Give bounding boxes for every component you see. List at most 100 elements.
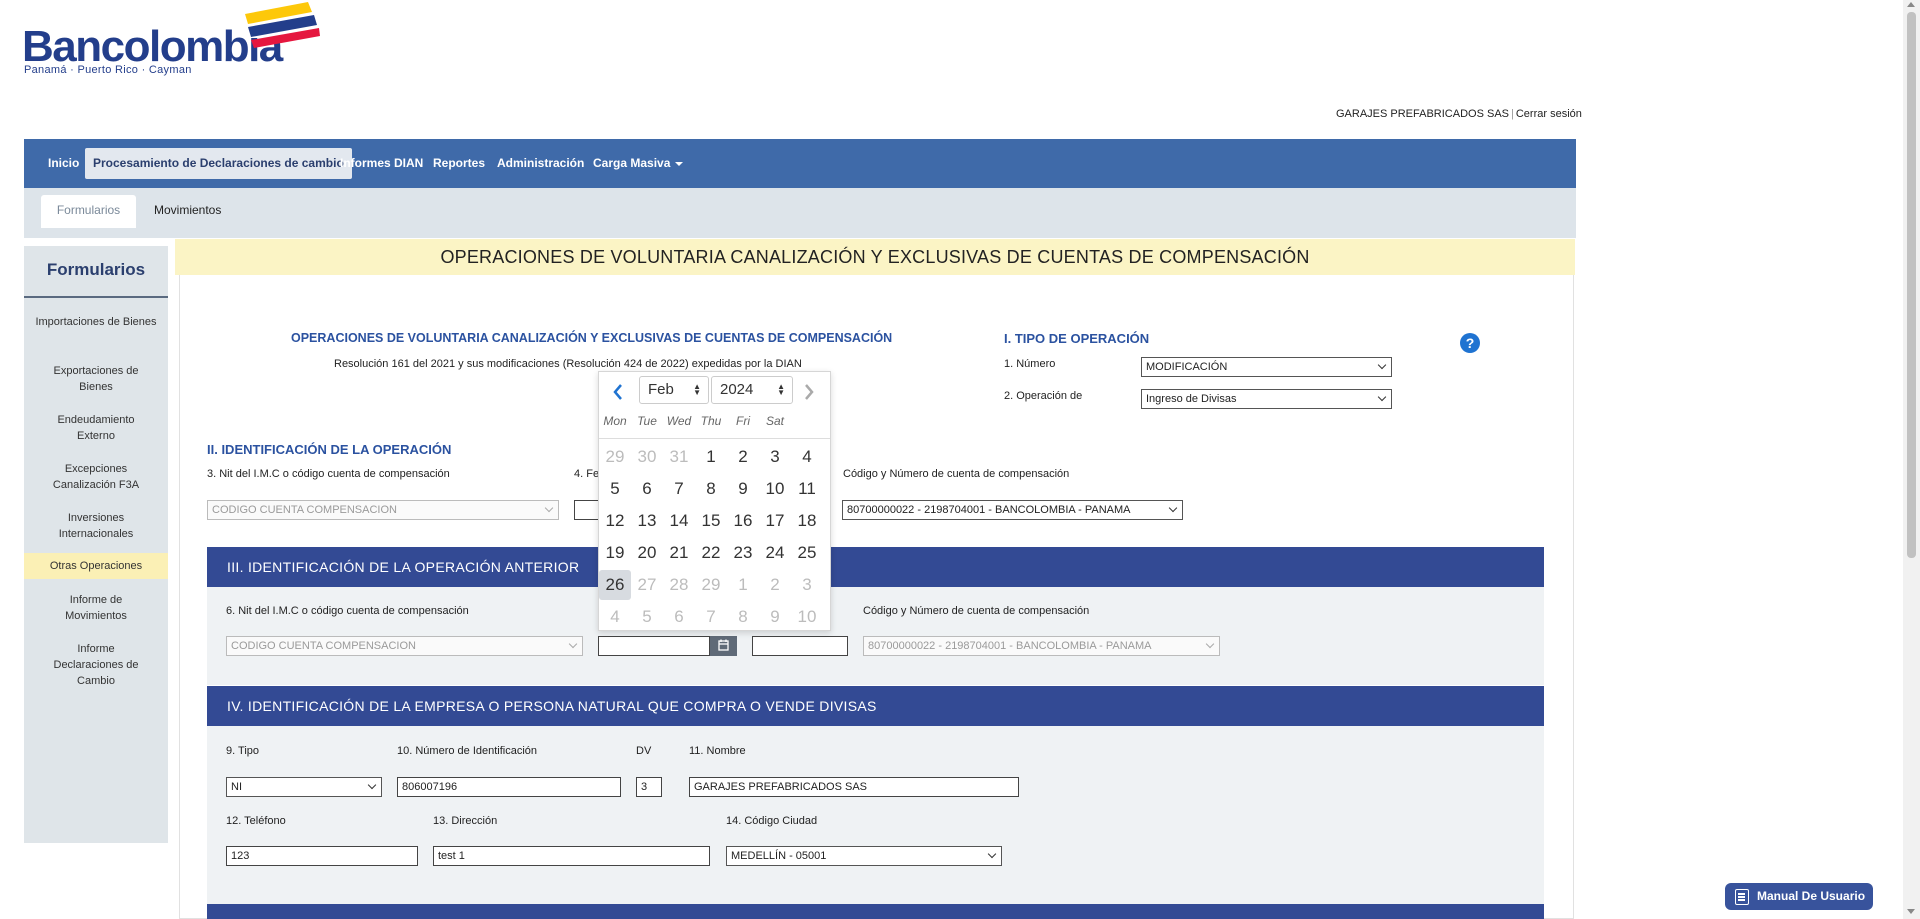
chevron-down-icon	[1377, 392, 1387, 402]
calendar-day[interactable]: 19	[599, 538, 631, 568]
calendar-day[interactable]: 31	[663, 442, 695, 472]
telefono-input[interactable]: 123	[226, 846, 418, 866]
scroll-up-icon[interactable]	[1907, 2, 1915, 7]
bancolombia-logo[interactable]: Bancolombia Panamá · Puerto Rico · Cayma…	[22, 0, 320, 80]
scrollbar-thumb[interactable]	[1907, 12, 1916, 558]
cuenta-compensacion-select[interactable]: 80700000022 - 2198704001 - BANCOLOMBIA -…	[842, 500, 1183, 520]
section-5-band	[207, 904, 1544, 919]
calendar-day[interactable]: 6	[663, 602, 695, 632]
calendar-day[interactable]: 17	[759, 506, 791, 536]
calendar-day[interactable]: 27	[631, 570, 663, 600]
datepicker-popup: Feb ▲ ▼ 2024 ▲ ▼ Mon Tue Wed Thu Fri Sat 29 30 31 1 2…	[598, 371, 831, 631]
chevron-left-icon[interactable]	[611, 382, 625, 402]
calendar-day[interactable]: 15	[695, 506, 727, 536]
calendar-day[interactable]: 16	[727, 506, 759, 536]
user-bar: GARAJES PREFABRICADOS SAS | Cerrar sesión	[1336, 108, 1582, 120]
cuenta-anterior-select[interactable]: 80700000022 - 2198704001 - BANCOLOMBIA -…	[863, 636, 1220, 656]
section-3-heading: III. IDENTIFICACIÓN DE LA OPERACIÓN ANTE…	[207, 547, 1544, 587]
calendar-day[interactable]: 1	[695, 442, 727, 472]
calendar-day[interactable]: 4	[599, 602, 631, 632]
page-scrollbar[interactable]	[1903, 0, 1920, 919]
calendar-day[interactable]: 7	[663, 474, 695, 504]
numero-select[interactable]: MODIFICACIÓN	[1141, 357, 1392, 377]
calendar-day[interactable]: 20	[631, 538, 663, 568]
help-circle-icon[interactable]: ?	[1460, 333, 1480, 353]
tab-formularios[interactable]: Formularios	[41, 195, 136, 228]
calendar-day[interactable]: 8	[695, 474, 727, 504]
sidebar-item-importaciones[interactable]: Importaciones de Bienes	[24, 314, 168, 330]
calendar-day[interactable]: 5	[599, 474, 631, 504]
tipo-id-select[interactable]: NI	[226, 777, 382, 797]
calendar-day[interactable]: 28	[663, 570, 695, 600]
chevron-down-icon	[568, 639, 578, 649]
dv-input[interactable]: 3	[636, 777, 662, 797]
calendar-day[interactable]: 29	[695, 570, 727, 600]
section-4-heading: IV. IDENTIFICACIÓN DE LA EMPRESA O PERSO…	[207, 686, 1544, 726]
calendar-day[interactable]: 29	[599, 442, 631, 472]
chevron-down-icon	[1377, 360, 1387, 370]
nit-imc-select[interactable]: CODIGO CUENTA COMPENSACION	[207, 500, 559, 520]
calendar-day[interactable]: 3	[759, 442, 791, 472]
nav-informes-dian[interactable]: Informes DIAN	[340, 148, 423, 179]
updown-icon: ▲ ▼	[777, 382, 785, 397]
calendar-day[interactable]: 10	[759, 474, 791, 504]
calendar-day[interactable]: 3	[791, 570, 823, 600]
calendar-day[interactable]: 9	[727, 474, 759, 504]
calendar-button[interactable]	[710, 636, 737, 656]
calendar-day[interactable]: 6	[631, 474, 663, 504]
sidebar-item-informe-movimientos[interactable]: Informe de Movimientos	[24, 592, 168, 624]
dv-label: DV	[636, 745, 652, 757]
calendar-day[interactable]: 25	[791, 538, 823, 568]
calendar-day[interactable]: 9	[759, 602, 791, 632]
calendar-day[interactable]: 22	[695, 538, 727, 568]
operacion-select[interactable]: Ingreso de Divisas	[1141, 389, 1392, 409]
nav-carga-masiva[interactable]: Carga Masiva	[593, 148, 684, 179]
calendar-day[interactable]: 2	[727, 442, 759, 472]
calendar-day[interactable]: 2	[759, 570, 791, 600]
calendar-day[interactable]: 5	[631, 602, 663, 632]
sidebar-item-exportaciones[interactable]: Exportaciones de Bienes	[24, 363, 168, 395]
sidebar-item-excepciones[interactable]: Excepciones Canalización F3A	[24, 461, 168, 493]
calendar-icon	[718, 639, 729, 651]
page-title: OPERACIONES DE VOLUNTARIA CANALIZACIÓN Y…	[175, 239, 1575, 275]
calendar-day[interactable]: 23	[727, 538, 759, 568]
fecha-anterior-input[interactable]	[598, 636, 710, 656]
calendar-day[interactable]: 21	[663, 538, 695, 568]
calendar-day[interactable]: 12	[599, 506, 631, 536]
calendar-day[interactable]: 8	[727, 602, 759, 632]
direccion-input[interactable]: test 1	[433, 846, 710, 866]
calendar-day[interactable]: 1	[727, 570, 759, 600]
nav-administracion[interactable]: Administración	[497, 148, 584, 179]
chevron-right-icon[interactable]	[802, 382, 816, 402]
calendar-day[interactable]: 11	[791, 474, 823, 504]
month-select[interactable]: Feb ▲ ▼	[639, 376, 709, 404]
sidebar-item-inversiones[interactable]: Inversiones Internacionales	[24, 510, 168, 542]
numero-id-input[interactable]: 806007196	[397, 777, 621, 797]
sidebar-item-informe-declaraciones[interactable]: Informe Declaraciones de Cambio	[24, 641, 168, 689]
nav-reportes[interactable]: Reportes	[433, 148, 485, 179]
nombre-input[interactable]: GARAJES PREFABRICADOS SAS	[689, 777, 1019, 797]
calendar-day[interactable]: 18	[791, 506, 823, 536]
nav-inicio[interactable]: Inicio	[48, 148, 79, 179]
nav-procesamiento[interactable]: Procesamiento de Declaraciones de cambio	[85, 148, 352, 179]
scroll-down-icon[interactable]	[1907, 909, 1915, 914]
sidebar: Formularios Importaciones de Bienes Expo…	[24, 246, 168, 843]
ciudad-select[interactable]: MEDELLÍN - 05001	[726, 846, 1002, 866]
sidebar-item-endeudamiento[interactable]: Endeudamiento Externo	[24, 412, 168, 444]
year-select[interactable]: 2024 ▲ ▼	[711, 376, 793, 404]
manual-usuario-button[interactable]: Manual De Usuario	[1725, 883, 1873, 910]
calendar-day[interactable]: 26	[599, 570, 631, 600]
nit-anterior-select[interactable]: CODIGO CUENTA COMPENSACION	[226, 636, 583, 656]
sidebar-item-otras-operaciones[interactable]: Otras Operaciones	[24, 553, 168, 579]
tab-movimientos[interactable]: Movimientos	[154, 195, 221, 225]
numero-anterior-input[interactable]	[752, 636, 848, 656]
calendar-day[interactable]: 13	[631, 506, 663, 536]
numero-label: 1. Número	[1004, 358, 1056, 370]
calendar-day[interactable]: 14	[663, 506, 695, 536]
calendar-day[interactable]: 24	[759, 538, 791, 568]
logout-link[interactable]: Cerrar sesión	[1516, 108, 1582, 120]
calendar-day[interactable]: 7	[695, 602, 727, 632]
calendar-day[interactable]: 10	[791, 602, 823, 632]
calendar-day[interactable]: 30	[631, 442, 663, 472]
calendar-day[interactable]: 4	[791, 442, 823, 472]
